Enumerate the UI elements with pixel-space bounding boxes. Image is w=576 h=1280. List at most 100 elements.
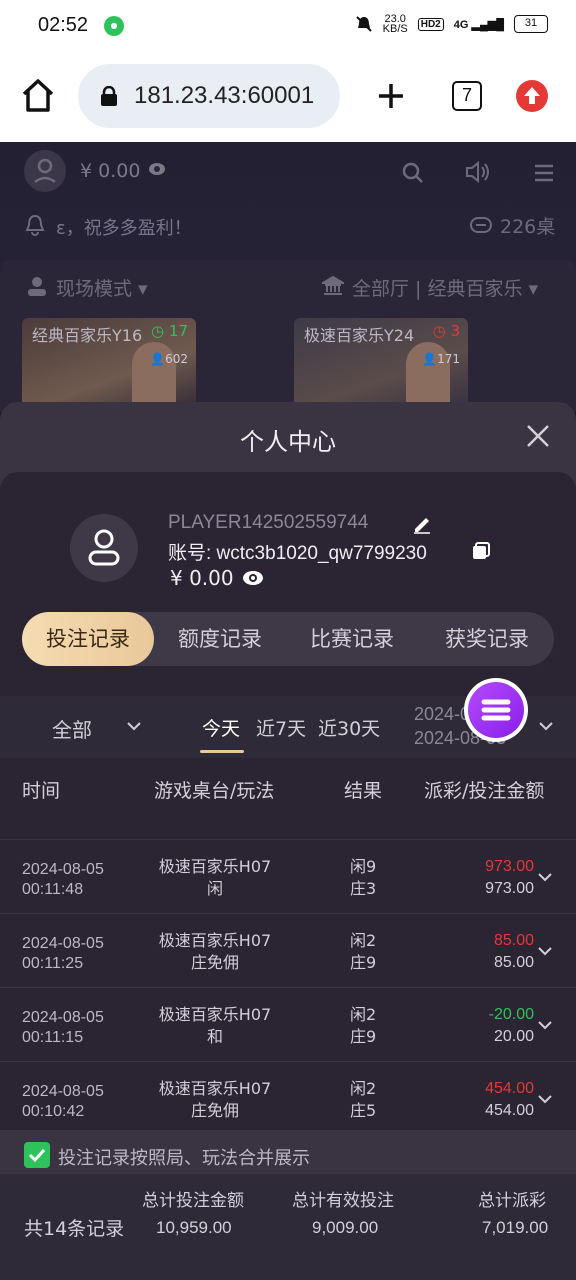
row-result: 闲2 庄9 [350, 1005, 377, 1046]
game-thumb[interactable]: 经典百家乐Y16 ◷ 17 👤602 [22, 318, 196, 412]
game-name: 经典百家乐Y16 [32, 326, 143, 345]
home-icon[interactable] [20, 76, 56, 116]
new-tab-icon[interactable] [374, 76, 408, 116]
row-amount: 973.00 973.00 [485, 858, 534, 897]
tab-credit-records[interactable]: 额度记录 [154, 612, 286, 666]
mute-icon [355, 16, 372, 32]
browser-toolbar: 181.23.43:60001 7 [0, 52, 576, 142]
personal-center-sheet: 个人中心 PLAYER142502559744 账号: wctc3b1020_q… [0, 402, 576, 1280]
table-row[interactable]: 2024-08-05 00:11:15 极速百家乐H07 和 闲2 庄9 -20.00… [0, 988, 576, 1062]
chevron-down-icon[interactable] [538, 1020, 552, 1030]
tab-switcher-button[interactable]: 7 [452, 81, 482, 111]
period-7days[interactable]: 近7天 [256, 714, 306, 741]
notice-text: ε，祝多多盈利！ [56, 218, 192, 239]
avatar [70, 514, 138, 582]
merge-label: 投注记录按照局、玩法合并展示 [58, 1148, 310, 1169]
summary-value-bet: 10,959.00 [156, 1218, 232, 1237]
table-row-partial [0, 818, 576, 840]
game-name: 极速百家乐Y24 [304, 326, 415, 345]
player-name: PLAYER142502559744 [168, 512, 369, 533]
url-text: 181.23.43:60001 [134, 82, 315, 109]
summary-value-valid: 9,009.00 [312, 1218, 379, 1237]
game-user-count: 👤171 [422, 352, 460, 366]
summary-label-payout: 总计派彩 [478, 1191, 546, 1211]
game-round-count: ◷ 3 [432, 322, 460, 340]
menu-icon[interactable] [534, 164, 554, 182]
sound-icon[interactable] [464, 160, 492, 184]
copy-icon[interactable] [472, 542, 490, 560]
game-filter[interactable]: 全部 [52, 714, 92, 743]
bet-record-list[interactable]: 2024-08-05 00:11:48 极速百家乐H07 闲 闲9 庄3 973.00… [0, 818, 576, 1130]
search-icon[interactable] [402, 162, 424, 184]
menu-icon [468, 682, 524, 738]
table-count: 226桌 [500, 216, 556, 238]
row-time: 2024-08-05 00:11:48 [22, 861, 104, 898]
table-row[interactable]: 2024-08-05 00:11:25 极速百家乐H07 庄免佣 闲2 庄9 85.0… [0, 914, 576, 988]
chevron-down-icon[interactable] [538, 946, 552, 956]
active-period-indicator [200, 750, 244, 753]
row-game: 极速百家乐H07 和 [158, 1005, 272, 1046]
row-time: 2024-08-05 00:11:25 [22, 935, 104, 972]
app-notification-icon: ● [104, 16, 124, 36]
edit-icon[interactable] [412, 514, 432, 534]
update-icon[interactable] [516, 80, 548, 112]
tab-bet-records[interactable]: 投注记录 [22, 612, 154, 666]
close-icon[interactable] [526, 424, 550, 448]
merge-option: 投注记录按照局、玩法合并展示 [0, 1130, 576, 1174]
summary-value-payout: 7,019.00 [482, 1218, 549, 1237]
period-30days[interactable]: 近30天 [318, 714, 380, 741]
sheet-title: 个人中心 [240, 428, 336, 456]
status-icons: 23.0 KB/S HD2 4G ▂▄▆█ 31 [355, 13, 548, 35]
bell-icon [25, 214, 45, 236]
game-round-count: ◷ 17 [151, 322, 188, 340]
account-id: 账号: wctc3b1020_qw7799230 [168, 543, 427, 564]
row-amount: 85.00 85.00 [493, 932, 534, 971]
row-time: 2024-08-05 00:10:42 [22, 1083, 104, 1120]
game-thumb[interactable]: 极速百家乐Y24 ◷ 3 👤171 [294, 318, 468, 412]
balance: ¥ 0.00 [170, 566, 234, 590]
row-amount: -20.00 20.00 [488, 1006, 534, 1045]
live-mode-icon [28, 277, 46, 296]
clock: 02:52 [38, 14, 89, 36]
eye-icon[interactable] [242, 570, 264, 586]
header-game: 游戏桌台/玩法 [154, 780, 275, 802]
chevron-down-icon[interactable] [538, 872, 552, 882]
row-result: 闲2 庄9 [350, 931, 377, 972]
period-today[interactable]: 今天 [202, 714, 240, 741]
hd-badge: HD2 [417, 17, 444, 31]
mode-selector[interactable]: 现场模式 ▾ [56, 274, 148, 301]
row-amount: 454.00 454.00 [485, 1080, 534, 1119]
hall-icon [322, 276, 344, 295]
row-game: 极速百家乐H07 闲 [158, 857, 272, 898]
record-tabs: 投注记录 额度记录 比赛记录 获奖记录 [22, 612, 554, 666]
table-row[interactable]: 2024-08-05 00:10:42 极速百家乐H07 庄免佣 闲2 庄5 454.… [0, 1062, 576, 1130]
chevron-down-icon[interactable] [126, 720, 142, 732]
net-speed: 23.0 KB/S [382, 13, 408, 35]
chevron-down-icon[interactable] [538, 1094, 552, 1104]
lobby-avatar[interactable] [24, 150, 66, 192]
table-header: 时间 游戏桌台/玩法 结果 派彩/投注金额 [0, 758, 576, 818]
summary-label-valid: 总计有效投注 [292, 1191, 394, 1211]
header-amount: 派彩/投注金额 [424, 780, 545, 802]
lock-icon [101, 86, 117, 106]
table-row[interactable]: 2024-08-05 00:11:48 极速百家乐H07 闲 闲9 庄3 973.00… [0, 840, 576, 914]
game-user-count: 👤602 [150, 352, 188, 366]
chevron-down-icon[interactable] [538, 720, 554, 732]
battery-icon: 31 [514, 15, 548, 33]
tab-award-records[interactable]: 获奖记录 [420, 612, 554, 666]
lobby-background: ¥ 0.00 ε，祝多多盈利！ 226桌 现场模式 ▾ 全部厅 | 经典百家乐 … [0, 142, 576, 412]
floating-menu-button[interactable] [464, 678, 528, 742]
header-result: 结果 [344, 780, 383, 802]
summary-label-bet: 总计投注金额 [142, 1191, 244, 1211]
eye-icon[interactable] [148, 162, 166, 176]
hall-selector[interactable]: 全部厅 | 经典百家乐 ▾ [352, 274, 538, 301]
url-bar[interactable]: 181.23.43:60001 [78, 64, 340, 128]
tab-match-records[interactable]: 比赛记录 [286, 612, 418, 666]
merge-checkbox[interactable] [24, 1142, 50, 1168]
lobby-balance: ¥ 0.00 [80, 160, 141, 182]
row-game: 极速百家乐H07 庄免佣 [158, 1079, 272, 1120]
row-result: 闲2 庄5 [350, 1079, 377, 1120]
row-game: 极速百家乐H07 庄免佣 [158, 931, 272, 972]
row-result: 闲9 庄3 [350, 857, 377, 898]
record-count: 共14条记录 [24, 1218, 125, 1240]
